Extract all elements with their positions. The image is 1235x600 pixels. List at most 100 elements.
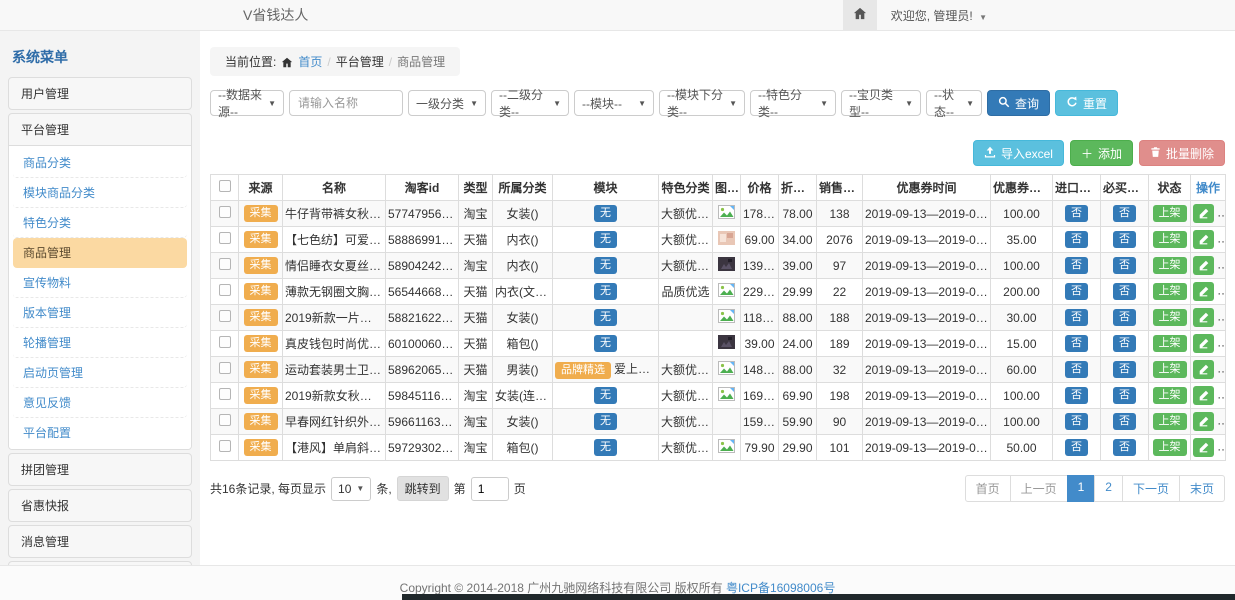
sidebar-item[interactable]: 商品管理 [13,238,187,268]
name-search-input[interactable] [289,90,403,116]
status-badge[interactable]: 上架 [1153,205,1187,222]
user-menu[interactable]: 欢迎您, 管理员! ▼ [891,7,987,24]
sidebar-item[interactable]: 意见反馈 [13,388,187,418]
sidebar-group-heading[interactable]: 拼团管理 [9,454,191,485]
status-badge[interactable]: 上架 [1153,257,1187,274]
row-checkbox[interactable] [219,232,231,244]
row-checkbox[interactable] [219,388,231,400]
import-excel-button[interactable]: 导入excel [973,140,1064,166]
edit-icon [1198,338,1209,349]
status-cell: 上架 [1149,305,1191,331]
sidebar-item[interactable]: 版本管理 [13,298,187,328]
must-buy-cell: 否 [1101,409,1149,435]
must-buy-badge[interactable]: 否 [1113,283,1136,300]
filter-select[interactable]: --数据来源--▼ [210,90,284,116]
sidebar-item[interactable]: 平台配置 [13,418,187,447]
must-buy-cell: 否 [1101,253,1149,279]
must-buy-badge[interactable]: 否 [1113,361,1136,378]
sidebar-group-heading[interactable]: 省惠快报 [9,490,191,521]
filter-select[interactable]: --状态--▼ [926,90,982,116]
edit-button[interactable] [1193,334,1214,353]
sidebar-group-heading[interactable]: 平台管理 [9,114,191,145]
edit-button[interactable] [1193,308,1214,327]
breadcrumb-home-link[interactable]: 首页 [298,53,322,70]
status-badge[interactable]: 上架 [1153,231,1187,248]
must-buy-badge[interactable]: 否 [1113,257,1136,274]
filter-select[interactable]: --模块--▼ [574,90,654,116]
sidebar-group-heading[interactable]: 消息管理 [9,526,191,557]
status-badge[interactable]: 上架 [1153,361,1187,378]
import-select-badge[interactable]: 否 [1065,335,1088,352]
row-checkbox[interactable] [219,414,231,426]
status-badge[interactable]: 上架 [1153,387,1187,404]
page-button[interactable]: 上一页 [1010,475,1068,502]
page-button[interactable]: 1 [1067,475,1096,502]
import-select-badge[interactable]: 否 [1065,231,1088,248]
jump-page-input[interactable] [471,477,509,501]
must-buy-badge[interactable]: 否 [1113,231,1136,248]
edit-button[interactable] [1193,230,1214,249]
import-select-badge[interactable]: 否 [1065,413,1088,430]
jump-button[interactable]: 跳转到 [397,476,449,501]
row-checkbox[interactable] [219,206,231,218]
reset-button[interactable]: 重置 [1055,90,1118,116]
must-buy-badge[interactable]: 否 [1113,335,1136,352]
status-badge[interactable]: 上架 [1153,283,1187,300]
sidebar-item[interactable]: 轮播管理 [13,328,187,358]
sidebar-item[interactable]: 模块商品分类 [13,178,187,208]
status-badge[interactable]: 上架 [1153,309,1187,326]
icp-link[interactable]: 粤ICP备16098006号 [726,581,835,595]
filter-select[interactable]: 一级分类▼ [408,90,486,116]
select-all-checkbox[interactable] [219,180,231,192]
edit-button[interactable] [1193,204,1214,223]
breadcrumb-item-platform[interactable]: 平台管理 [336,53,384,70]
status-badge[interactable]: 上架 [1153,335,1187,352]
edit-button[interactable] [1193,386,1214,405]
must-buy-badge[interactable]: 否 [1113,413,1136,430]
jump-label: 第 [454,480,466,497]
edit-button[interactable] [1193,256,1214,275]
sidebar-item[interactable]: 启动页管理 [13,358,187,388]
filter-select[interactable]: --宝贝类型--▼ [841,90,921,116]
bottom-dark-strip [402,594,1235,600]
row-checkbox[interactable] [219,336,231,348]
must-buy-badge[interactable]: 否 [1113,309,1136,326]
import-select-badge[interactable]: 否 [1065,309,1088,326]
import-select-badge[interactable]: 否 [1065,387,1088,404]
page-button[interactable]: 末页 [1179,475,1225,502]
import-select-badge[interactable]: 否 [1065,257,1088,274]
batch-delete-button[interactable]: 批量删除 [1139,140,1225,166]
import-select-badge[interactable]: 否 [1065,283,1088,300]
row-checkbox[interactable] [219,284,231,296]
per-page-select[interactable]: 10 ▼ [331,477,371,501]
filter-select[interactable]: --特色分类--▼ [750,90,836,116]
search-button[interactable]: 查询 [987,90,1050,116]
import-select-badge[interactable]: 否 [1065,439,1088,456]
row-checkbox[interactable] [219,310,231,322]
add-button[interactable]: ＋ 添加 [1070,140,1133,166]
row-checkbox[interactable] [219,362,231,374]
sidebar-item[interactable]: 特色分类 [13,208,187,238]
import-select-badge[interactable]: 否 [1065,361,1088,378]
must-buy-badge[interactable]: 否 [1113,205,1136,222]
sidebar-item[interactable]: 商品分类 [13,148,187,178]
filter-select[interactable]: --二级分类--▼ [491,90,569,116]
sidebar-group-heading[interactable]: 用户管理 [9,78,191,109]
page-button[interactable]: 2 [1094,475,1123,502]
row-checkbox[interactable] [219,440,231,452]
page-button[interactable]: 首页 [965,475,1011,502]
edit-button[interactable] [1193,438,1214,457]
sidebar-item[interactable]: 宣传物料 [13,268,187,298]
filter-select[interactable]: --模块下分类--▼ [659,90,745,116]
row-checkbox[interactable] [219,258,231,270]
page-button[interactable]: 下一页 [1122,475,1180,502]
edit-button[interactable] [1193,412,1214,431]
home-button[interactable] [843,0,877,30]
status-badge[interactable]: 上架 [1153,439,1187,456]
must-buy-badge[interactable]: 否 [1113,387,1136,404]
import-select-badge[interactable]: 否 [1065,205,1088,222]
edit-button[interactable] [1193,360,1214,379]
must-buy-badge[interactable]: 否 [1113,439,1136,456]
edit-button[interactable] [1193,282,1214,301]
status-badge[interactable]: 上架 [1153,413,1187,430]
